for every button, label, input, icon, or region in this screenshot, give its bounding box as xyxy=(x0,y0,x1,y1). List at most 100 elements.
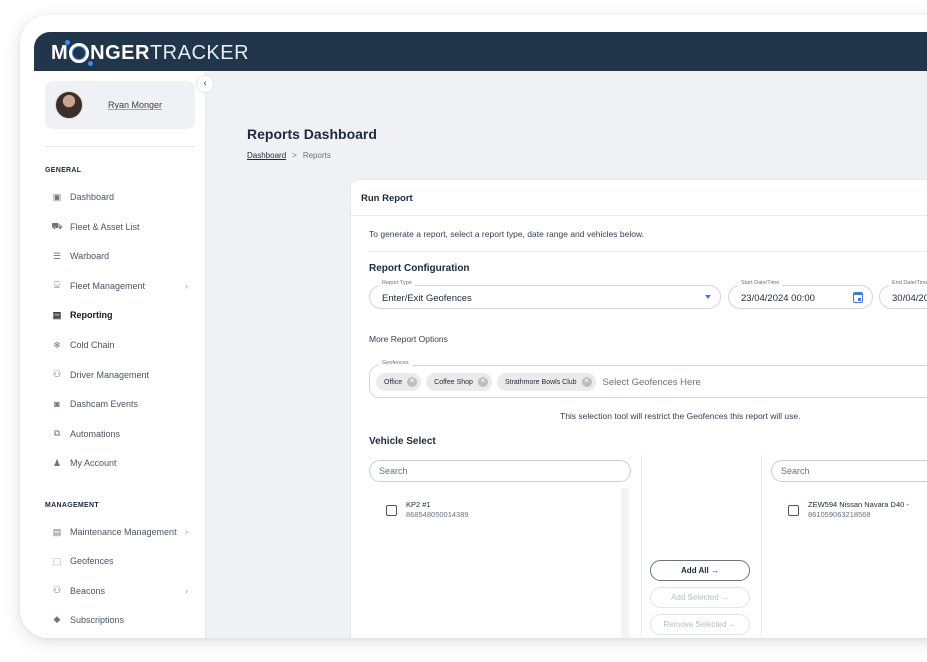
dashboard-icon: ▣ xyxy=(52,191,62,202)
add-all-button[interactable]: Add All → xyxy=(650,560,750,581)
geofence-icon: ⬚ xyxy=(52,555,62,566)
sidebar-item-label: Cold Chain xyxy=(70,340,115,350)
vehicle-checkbox[interactable] xyxy=(386,505,397,516)
user-card[interactable]: Ryan Monger xyxy=(45,81,195,129)
tag-icon: ◆ xyxy=(53,614,61,625)
remove-selected-button[interactable]: Remove Selected ← xyxy=(650,614,750,635)
sidebar-item-label: Reporting xyxy=(70,310,113,321)
sidebar-item-label: Beacons xyxy=(70,585,106,596)
geofences-label: Geofences xyxy=(379,360,412,366)
monger-tracker-logo[interactable]: M NGER TRACKER xyxy=(51,40,250,66)
avatar xyxy=(55,91,83,119)
remove-chip-icon[interactable]: ✕ xyxy=(581,377,592,387)
vehicle-checkbox[interactable] xyxy=(788,505,799,516)
start-date-label: Start Date/Time xyxy=(738,280,783,286)
sidebar-item-automations[interactable]: ⧉ Automations xyxy=(52,425,202,443)
end-date-field[interactable]: End Date/Time 30/04/2024 23:59 xyxy=(879,280,927,309)
sidebar-item-label: Geofences xyxy=(70,556,114,567)
vehicle-name: KP2 #1 xyxy=(406,500,431,509)
sidebar-section-management: MANAGEMENT xyxy=(45,502,99,509)
chevron-left-icon: ‹ xyxy=(203,78,207,89)
vehicle-select-title: Vehicle Select xyxy=(369,436,436,447)
collapse-sidebar-button[interactable]: ‹ xyxy=(196,75,214,93)
column-divider xyxy=(641,455,642,638)
sidebar-item-warboard[interactable]: ☰ Warboard xyxy=(52,247,202,265)
sidebar-item-label: Driver Management xyxy=(70,369,150,380)
sidebar-item-label: Fleet & Asset List xyxy=(70,221,140,232)
selected-vehicle-item[interactable]: ZEW594 Nissan Navara D40 - 8610590632185… xyxy=(788,500,909,519)
sidebar-item-reporting[interactable]: ▤ Reporting xyxy=(52,306,202,324)
sidebar-item-dashcam-events[interactable]: ◙ Dashcam Events xyxy=(52,395,202,413)
add-selected-button[interactable]: Add Selected → xyxy=(650,587,750,608)
main-content: Reports Dashboard Dashboard > Reports Ru… xyxy=(206,71,927,638)
report-type-select[interactable]: Report Type Enter/Exit Geofences xyxy=(369,280,721,309)
list-check-icon: ☰ xyxy=(52,250,62,261)
maintenance-icon: ▤ xyxy=(52,526,62,537)
sidebar-item-beacons[interactable]: ⚇ Beacons › xyxy=(52,582,202,600)
card-title: Run Report xyxy=(351,180,927,216)
sidebar-item-geofences[interactable]: ⬚ Geofences xyxy=(52,552,202,570)
breadcrumb-dashboard-link[interactable]: Dashboard xyxy=(247,151,286,160)
sidebar-item-label: Dashcam Events xyxy=(70,399,139,410)
beacon-icon: ⚇ xyxy=(52,585,62,596)
geofences-multiselect[interactable]: Geofences Office ✕ Coffee Shop ✕ Strathmore … xyxy=(369,360,927,398)
page-title: Reports Dashboard xyxy=(247,126,377,142)
chevron-right-icon: › xyxy=(185,280,188,291)
divider xyxy=(369,251,927,252)
calendar-icon[interactable] xyxy=(853,292,863,303)
logo-text-tracker: TRACKER xyxy=(149,41,250,64)
sidebar-item-driver-management[interactable]: ⚇ Driver Management xyxy=(52,366,202,384)
user-name-link[interactable]: Ryan Monger xyxy=(108,100,162,110)
sidebar-item-fleet-asset-list[interactable]: ⛟ Fleet & Asset List xyxy=(51,218,202,236)
intro-text: To generate a report, select a report ty… xyxy=(369,229,645,239)
dropdown-caret-icon xyxy=(705,295,711,299)
chevron-right-icon: › xyxy=(185,585,188,596)
flow-icon: ⧉ xyxy=(53,428,61,439)
available-list-scrollbar[interactable] xyxy=(621,488,629,638)
available-vehicle-item[interactable]: KP2 #1 868548050014389 xyxy=(386,500,469,519)
run-report-card: Run Report To generate a report, select … xyxy=(350,179,927,638)
sidebar-item-cold-chain[interactable]: ❄ Cold Chain xyxy=(52,336,202,354)
geofence-chip[interactable]: Office ✕ xyxy=(376,373,422,391)
selected-vehicles-search[interactable] xyxy=(771,460,927,482)
vehicle-id: 868548050014389 xyxy=(406,510,469,519)
end-date-label: End Date/Time xyxy=(889,280,927,286)
app-window: M NGER TRACKER Ryan Monger GENERAL ▣ Dash… xyxy=(20,15,927,638)
start-date-value: 23/04/2024 00:00 xyxy=(741,293,815,304)
geofences-placeholder[interactable]: Select Geofences Here xyxy=(603,377,701,388)
sidebar-item-label: My Account xyxy=(70,458,117,469)
more-report-options-toggle[interactable]: More Report Options xyxy=(369,334,448,344)
sidebar-item-maintenance-management[interactable]: ▤ Maintenance Management › xyxy=(52,523,202,541)
users-icon: ⚇ xyxy=(52,369,62,380)
sidebar-item-my-account[interactable]: ♟ My Account xyxy=(52,454,202,472)
available-vehicles-search[interactable] xyxy=(369,460,631,482)
sidebar-item-subscriptions[interactable]: ◆ Subscriptions xyxy=(52,611,202,629)
remove-chip-icon[interactable]: ✕ xyxy=(407,377,418,387)
snowflake-icon: ❄ xyxy=(53,339,61,350)
sidebar-item-label: Maintenance Management xyxy=(70,527,177,537)
report-configuration-title: Report Configuration xyxy=(369,263,470,274)
camera-icon: ◙ xyxy=(54,399,60,410)
remove-chip-icon[interactable]: ✕ xyxy=(477,377,488,387)
chevron-right-icon: › xyxy=(185,527,188,537)
available-search-input[interactable] xyxy=(370,461,630,481)
logo-text-m: M xyxy=(51,41,69,64)
sidebar-item-label: Warboard xyxy=(70,251,110,262)
chip-label: Office xyxy=(384,378,403,386)
end-date-value: 30/04/2024 23:59 xyxy=(892,293,927,304)
chip-label: Coffee Shop xyxy=(434,378,473,386)
geofence-chip[interactable]: Strathmore Bowls Club ✕ xyxy=(496,373,596,391)
column-divider xyxy=(761,455,762,638)
start-date-field[interactable]: Start Date/Time 23/04/2024 00:00 xyxy=(728,280,873,309)
sidebar-item-dashboard[interactable]: ▣ Dashboard xyxy=(52,188,202,206)
vehicle-name: ZEW594 Nissan Navara D40 - xyxy=(808,500,909,509)
geofence-chip[interactable]: Coffee Shop ✕ xyxy=(426,373,492,391)
report-icon: ▤ xyxy=(52,309,62,320)
sidebar-item-fleet-management[interactable]: ⌸ Fleet Management › xyxy=(52,277,202,295)
car-icon: ⛟ xyxy=(51,220,63,231)
breadcrumb-current: Reports xyxy=(302,151,331,160)
top-bar: M NGER TRACKER xyxy=(34,32,927,71)
selected-search-input[interactable] xyxy=(772,461,927,481)
breadcrumb-separator: > xyxy=(292,151,297,160)
sidebar-item-label: Fleet Management xyxy=(70,280,146,291)
